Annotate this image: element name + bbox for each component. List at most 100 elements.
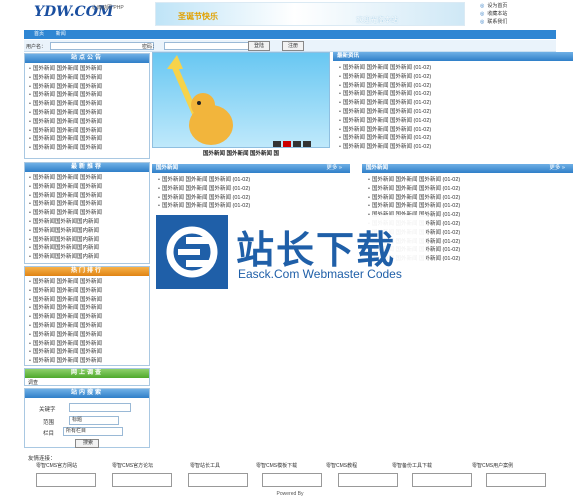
announcement-item[interactable]: 国外新闻 国外新闻 国外新闻 (29, 100, 145, 109)
banner-subtext: 欢迎光临本站 (356, 17, 398, 24)
hot-item[interactable]: 国外新闻 国外新闻 国外新闻 (29, 357, 145, 366)
site-search-box: 站内搜索 关键字 范围 标题 栏目 所有栏目 搜索 (24, 388, 150, 448)
announcement-item[interactable]: 国外新闻 国外新闻 国外新闻 (29, 65, 145, 74)
flash-caption[interactable]: 国外新闻 国外新闻 国外新闻 国 (152, 149, 330, 157)
latest-news-item[interactable]: 国外新闻 国外新闻 国外新闻 (01-02) (339, 82, 567, 91)
panel-a-item[interactable]: 国外新闻 国外新闻 国外新闻 (01-02) (158, 194, 346, 203)
nav-item-news[interactable]: 新闻 (56, 30, 66, 39)
panel-b-item[interactable]: 国外新闻 国外新闻 国外新闻 (01-02) (368, 194, 566, 203)
latest-news-item[interactable]: 国外新闻 国外新闻 国外新闻 (01-02) (339, 126, 567, 135)
watermark-overlay: 站长下载 Easck.Com Webmaster Codes (156, 215, 426, 289)
hot-item[interactable]: 国外新闻 国外新闻 国外新闻 (29, 304, 145, 313)
announcement-item[interactable]: 国外新闻 国外新闻 国外新闻 (29, 109, 145, 118)
login-button[interactable]: 登陆 (248, 41, 270, 51)
latest-news-item[interactable]: 国外新闻 国外新闻 国外新闻 (01-02) (339, 90, 567, 99)
hot-item[interactable]: 国外新闻 国外新闻 国外新闻 (29, 287, 145, 296)
recommend-list: 国外新闻 国外新闻 国外新闻国外新闻 国外新闻 国外新闻国外新闻 国外新闻 国外… (25, 172, 149, 264)
username-input[interactable] (50, 42, 154, 50)
hot-item[interactable]: 国外新闻 国外新闻 国外新闻 (29, 348, 145, 357)
recommend-item[interactable]: 国外新闻 国外新闻 国外新闻 (29, 192, 145, 201)
recommend-item[interactable]: 国外新闻国外新闻国内新闻 (29, 244, 145, 253)
announcement-item[interactable]: 国外新闻 国外新闻 国外新闻 (29, 135, 145, 144)
latest-news-item[interactable]: 国外新闻 国外新闻 国外新闻 (01-02) (339, 64, 567, 73)
friend-link-2[interactable]: 零智CMS官方论坛 (112, 462, 153, 469)
hot-item[interactable]: 国外新闻 国外新闻 国外新闻 (29, 340, 145, 349)
panel-b-item[interactable]: 国外新闻 国外新闻 国外新闻 (01-02) (368, 185, 566, 194)
hot-item[interactable]: 国外新闻 国外新闻 国外新闻 (29, 331, 145, 340)
hot-item[interactable]: 国外新闻 国外新闻 国外新闻 (29, 296, 145, 305)
panel-a-more-link[interactable]: 更多 » (326, 164, 342, 173)
panel-b-item[interactable]: 国外新闻 国外新闻 国外新闻 (01-02) (368, 176, 566, 185)
friend-link-1[interactable]: 零智CMS官方网站 (36, 462, 77, 469)
friend-logo-slot-4[interactable] (262, 473, 322, 487)
hot-item[interactable]: 国外新闻 国外新闻 国外新闻 (29, 278, 145, 287)
watermark-subtitle: Easck.Com Webmaster Codes (238, 267, 402, 281)
panel-b-more-link[interactable]: 更多 » (549, 164, 565, 173)
recommend-title: 最新推荐 (25, 163, 149, 172)
friend-logo-slot-2[interactable] (112, 473, 172, 487)
latest-title-text: 最新资讯 (337, 53, 360, 59)
recommend-item[interactable]: 国外新闻国外新闻国内新闻 (29, 253, 145, 262)
watermark-logo-icon (156, 215, 228, 289)
recommend-item[interactable]: 国外新闻国外新闻国内新闻 (29, 218, 145, 227)
set-homepage-link[interactable]: 设为首页 (480, 2, 570, 10)
latest-news-item[interactable]: 国外新闻 国外新闻 国外新闻 (01-02) (339, 99, 567, 108)
panel-a-item[interactable]: 国外新闻 国外新闻 国外新闻 (01-02) (158, 202, 346, 211)
announcement-item[interactable]: 国外新闻 国外新闻 国外新闻 (29, 144, 145, 153)
recommend-item[interactable]: 国外新闻国外新闻国内新闻 (29, 236, 145, 245)
recommend-item[interactable]: 国外新闻 国外新闻 国外新闻 (29, 200, 145, 209)
friend-link-3[interactable]: 零智站长工具 (190, 462, 220, 469)
panel-a-title: 国外新闻 更多 » (152, 164, 350, 173)
search-button[interactable]: 搜索 (75, 439, 99, 448)
hot-list: 国外新闻 国外新闻 国外新闻国外新闻 国外新闻 国外新闻国外新闻 国外新闻 国外… (25, 276, 149, 368)
announcement-list: 国外新闻 国外新闻 国外新闻国外新闻 国外新闻 国外新闻国外新闻 国外新闻 国外… (25, 63, 149, 155)
contact-link[interactable]: 联系我们 (480, 18, 570, 26)
latest-news-item[interactable]: 国外新闻 国外新闻 国外新闻 (01-02) (339, 134, 567, 143)
announcement-item[interactable]: 国外新闻 国外新闻 国外新闻 (29, 74, 145, 83)
recommend-item[interactable]: 国外新闻 国外新闻 国外新闻 (29, 183, 145, 192)
panel-a-item[interactable]: 国外新闻 国外新闻 国外新闻 (01-02) (158, 185, 346, 194)
keyword-input[interactable] (69, 403, 131, 412)
friend-logo-slot-5[interactable] (338, 473, 398, 487)
column-select[interactable]: 所有栏目 (63, 427, 123, 436)
panel-a-list: 国外新闻 国外新闻 国外新闻 (01-02)国外新闻 国外新闻 国外新闻 (01… (154, 174, 350, 213)
latest-news-item[interactable]: 国外新闻 国外新闻 国外新闻 (01-02) (339, 117, 567, 126)
latest-news-item[interactable]: 国外新闻 国外新闻 国外新闻 (01-02) (339, 143, 567, 152)
announcement-item[interactable]: 国外新闻 国外新闻 国外新闻 (29, 118, 145, 127)
friend-logo-slot-7[interactable] (486, 473, 546, 487)
watermark-title: 站长下载 (236, 228, 397, 272)
announcement-box: 站点公告 国外新闻 国外新闻 国外新闻国外新闻 国外新闻 国外新闻国外新闻 国外… (24, 53, 150, 159)
login-bar: 用户名： 密码： 登陆 注册 (24, 40, 556, 52)
friend-link-7[interactable]: 零智CMS用户案例 (472, 462, 513, 469)
logo-subtitle: 心雨动网 PHP (92, 5, 124, 11)
bookmark-link[interactable]: 收藏本站 (480, 10, 570, 18)
panel-a-item[interactable]: 国外新闻 国外新闻 国外新闻 (01-02) (158, 176, 346, 185)
header-banner: 圣诞节快乐 欢迎光临本站 (155, 2, 465, 26)
latest-news-item[interactable]: 国外新闻 国外新闻 国外新闻 (01-02) (339, 73, 567, 82)
recommend-item[interactable]: 国外新闻 国外新闻 国外新闻 (29, 174, 145, 183)
hot-item[interactable]: 国外新闻 国外新闻 国外新闻 (29, 313, 145, 322)
announcement-item[interactable]: 国外新闻 国外新闻 国外新闻 (29, 91, 145, 100)
recommend-item[interactable]: 国外新闻 国外新闻 国外新闻 (29, 209, 145, 218)
hot-title: 热门排行 (25, 267, 149, 276)
flash-slideshow[interactable] (152, 52, 330, 148)
hot-item[interactable]: 国外新闻 国外新闻 国外新闻 (29, 322, 145, 331)
panel-b-item[interactable]: 国外新闻 国外新闻 国外新闻 (01-02) (368, 202, 566, 211)
friend-link-4[interactable]: 零智CMS模板下载 (256, 462, 297, 469)
announcement-item[interactable]: 国外新闻 国外新闻 国外新闻 (29, 127, 145, 136)
friend-link-6[interactable]: 零智备份工具下载 (392, 462, 432, 469)
nav-item-home[interactable]: 首页 (34, 30, 44, 39)
friend-logo-slot-1[interactable] (36, 473, 96, 487)
recommend-item[interactable]: 国外新闻国外新闻国内新闻 (29, 227, 145, 236)
cartoon-dog-image (167, 55, 311, 147)
friend-link-5[interactable]: 零智CMS教程 (326, 462, 357, 469)
announcement-item[interactable]: 国外新闻 国外新闻 国外新闻 (29, 83, 145, 92)
announcement-title: 站点公告 (25, 54, 149, 63)
friend-logo-slot-6[interactable] (412, 473, 472, 487)
range-select[interactable]: 标题 (69, 416, 119, 425)
register-button[interactable]: 注册 (282, 41, 304, 51)
top-links: 设为首页 收藏本站 联系我们 (480, 2, 570, 26)
panel-b-title: 国外新闻 更多 » (362, 164, 573, 173)
friend-logo-slot-3[interactable] (188, 473, 248, 487)
latest-news-item[interactable]: 国外新闻 国外新闻 国外新闻 (01-02) (339, 108, 567, 117)
